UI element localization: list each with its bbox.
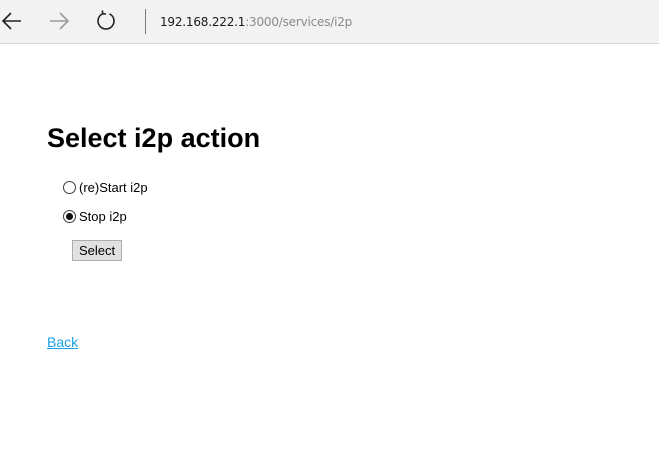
option-restart-i2p[interactable]: (re)Start i2p	[63, 178, 148, 196]
refresh-icon[interactable]	[91, 6, 121, 36]
option-restart-label: (re)Start i2p	[79, 179, 148, 195]
radio-stop-i2p[interactable]	[63, 209, 76, 223]
forward-icon[interactable]	[44, 6, 74, 36]
page-content: Select i2p action (re)Start i2p Stop i2p…	[0, 44, 659, 473]
back-link[interactable]: Back	[47, 334, 78, 350]
option-stop-label: Stop i2p	[79, 208, 127, 224]
browser-toolbar: 192.168.222.1:3000/services/i2p	[0, 0, 659, 44]
option-stop-i2p[interactable]: Stop i2p	[63, 207, 127, 225]
address-path: :3000/services/i2p	[245, 15, 353, 29]
address-separator	[145, 9, 146, 34]
back-icon[interactable]	[0, 6, 27, 36]
select-button[interactable]: Select	[72, 240, 123, 261]
page-title: Select i2p action	[47, 123, 261, 153]
address-host: 192.168.222.1	[160, 15, 246, 29]
address-bar[interactable]: 192.168.222.1:3000/services/i2p	[160, 15, 352, 29]
radio-restart-i2p[interactable]	[63, 180, 76, 194]
